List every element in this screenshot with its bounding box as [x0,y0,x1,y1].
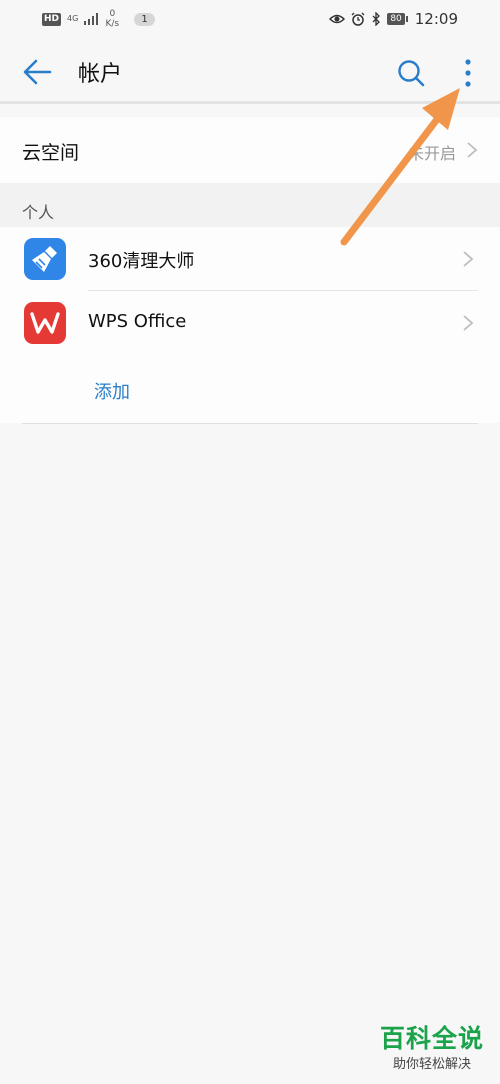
network-speed: 0 K/s [104,9,120,29]
watermark-logo: 百科全说 助你轻松解决 [372,1024,492,1074]
clock: 12:09 [414,10,458,28]
status-left: HD 4G 0 K/s 1 [42,9,155,29]
hd-badge: HD [42,12,62,26]
battery-icon: 80 [387,13,409,25]
account-label: 360清理大师 [88,251,195,272]
add-account-button[interactable]: 添加 [94,378,130,404]
divider [22,423,478,424]
page-title: 帐户 [78,62,123,87]
broom-icon [24,238,66,280]
wps-icon [24,302,66,344]
notification-badge: 1 [134,12,155,26]
section-label: 个人 [22,203,55,222]
status-right: 80 12:09 [329,10,458,28]
chevron-right-icon [463,251,474,267]
bluetooth-icon [372,12,381,26]
speed-unit: K/s [105,19,120,29]
watermark-subtitle: 助你轻松解决 [392,1057,471,1072]
back-arrow-icon[interactable] [22,58,54,86]
eye-icon [329,14,346,24]
list-item-wps-office[interactable]: WPS Office [0,291,500,355]
network-type: 4G [67,14,79,23]
annotation-arrow [340,88,460,246]
alarm-icon [351,12,365,26]
status-bar: HD 4G 0 K/s 1 80 12:09 [0,0,500,40]
speed-value: 0 [109,9,116,19]
signal-icon [84,13,99,25]
chevron-right-icon [463,315,474,331]
account-label: WPS Office [88,311,187,332]
accounts-list: 360清理大师 WPS Office 添加 [0,227,500,423]
watermark-title: 百科全说 [379,1024,484,1053]
cloud-space-label: 云空间 [22,142,80,164]
